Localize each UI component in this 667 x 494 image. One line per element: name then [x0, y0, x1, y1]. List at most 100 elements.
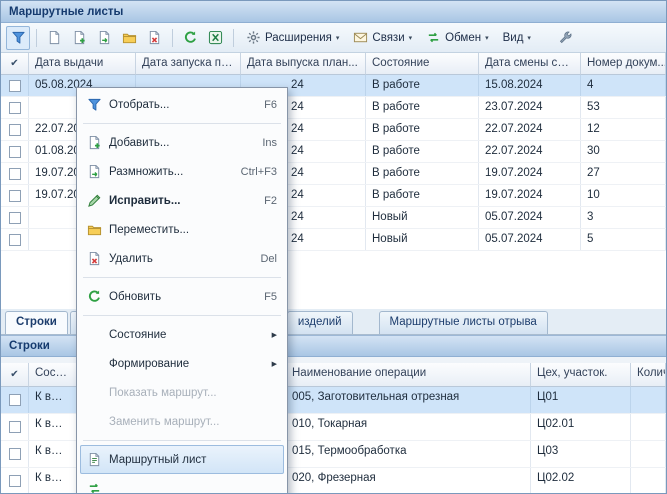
tab-stroki[interactable]: Строки	[5, 311, 68, 334]
dropdown-arrow-icon: ▾	[527, 34, 531, 42]
tab-izdeliy[interactable]: изделий	[287, 311, 353, 334]
dropdown-arrow-icon: ▾	[485, 34, 489, 42]
cell: Ц02.02	[531, 468, 631, 494]
app-window: Маршрутные листы Расширения▾Связи▾Обмен▾…	[0, 0, 667, 494]
row-checkbox[interactable]	[9, 102, 21, 114]
menu-state[interactable]: Состояние▶	[80, 320, 284, 349]
row-checkbox[interactable]	[9, 394, 21, 406]
checkbox-cell	[1, 229, 29, 250]
cell: К выполнению	[29, 441, 77, 467]
menu-partial-item[interactable]	[80, 474, 284, 494]
menu-item-label: Показать маршрут...	[109, 387, 217, 399]
submenu-arrow-icon: ▶	[272, 331, 277, 339]
menu-item-label: Отобрать...	[109, 99, 169, 111]
view-menu-button[interactable]: Вид▾	[496, 26, 538, 50]
checkbox-cell	[1, 387, 29, 413]
row-checkbox[interactable]	[9, 234, 21, 246]
row-checkbox[interactable]	[9, 124, 21, 136]
checkbox-cell	[1, 207, 29, 228]
row-checkbox[interactable]	[9, 80, 21, 92]
tab-otryva[interactable]: Маршрутные листы отрыва	[379, 311, 548, 334]
column-header[interactable]: Дата смены сос...	[479, 53, 581, 75]
menu-item-label: Удалить	[109, 253, 153, 265]
menu-filter[interactable]: Отобрать... F6	[80, 90, 284, 119]
move-button[interactable]	[117, 26, 141, 50]
menu-formation[interactable]: Формирование▶	[80, 349, 284, 378]
row-checkbox[interactable]	[9, 475, 21, 487]
funnel-icon	[84, 97, 104, 112]
submenu-arrow-icon: ▶	[272, 360, 277, 368]
menu-duplicate[interactable]: Размножить...Ctrl+F3	[80, 157, 284, 186]
row-checkbox[interactable]	[9, 421, 21, 433]
cell: 22.07.2024	[479, 141, 581, 162]
row-checkbox[interactable]	[9, 146, 21, 158]
extensions-menu-button-label: Расширения	[265, 32, 332, 44]
menu-shortcut: F6	[250, 99, 277, 111]
row-checkbox[interactable]	[9, 168, 21, 180]
duplicate-button[interactable]	[92, 26, 116, 50]
refresh-button[interactable]	[178, 26, 202, 50]
menu-route-sheet[interactable]: Маршрутный лист	[80, 445, 284, 474]
filter-button[interactable]	[6, 26, 30, 50]
column-header[interactable]: Дата выпуска план...	[241, 53, 366, 75]
menu-shortcut: F2	[250, 195, 277, 207]
menu-refresh[interactable]: ОбновитьF5	[80, 282, 284, 311]
menu-add[interactable]: Добавить...Ins	[80, 128, 284, 157]
folder-move-icon	[84, 222, 104, 237]
dropdown-arrow-icon: ▾	[409, 34, 413, 42]
extensions-menu-button[interactable]: Расширения▾	[239, 26, 346, 50]
column-header[interactable]: Номер докум...	[581, 53, 666, 75]
cell: 19.07.2024	[479, 185, 581, 206]
menu-delete[interactable]: УдалитьDel	[80, 244, 284, 273]
toolbar-separator	[233, 29, 234, 47]
cell: 22.07.2024	[479, 119, 581, 140]
menu-separator	[83, 277, 281, 278]
cell: 010, Токарная	[286, 414, 531, 440]
cell: В работе	[366, 185, 479, 206]
column-header[interactable]: Цех, участок.	[531, 363, 631, 387]
funnel-icon	[11, 30, 26, 45]
column-header[interactable]: Дата выдачи	[29, 53, 136, 75]
view-menu-button-label: Вид	[503, 32, 524, 44]
delete-button[interactable]	[142, 26, 166, 50]
page-delete-icon	[84, 251, 104, 266]
cell: В работе	[366, 119, 479, 140]
cell: 53	[581, 97, 666, 118]
cell: В работе	[366, 75, 479, 96]
column-header[interactable]: Наименование операции	[286, 363, 531, 387]
cell: 23.07.2024	[479, 97, 581, 118]
add-button[interactable]	[67, 26, 91, 50]
toolbar-separator	[36, 29, 37, 47]
page-new-icon	[47, 30, 62, 45]
column-header[interactable]: Количество	[631, 363, 666, 387]
export-excel-button[interactable]	[203, 26, 227, 50]
cell: Новый	[366, 207, 479, 228]
cell: 19.07.2024	[479, 163, 581, 184]
cell: Новый	[366, 229, 479, 250]
cell: К выполнению	[29, 468, 77, 494]
menu-shortcut: F5	[250, 291, 277, 303]
customize-button[interactable]	[554, 26, 578, 50]
row-checkbox[interactable]	[9, 448, 21, 460]
row-checkbox[interactable]	[9, 190, 21, 202]
new-button[interactable]	[42, 26, 66, 50]
links-menu-button[interactable]: Связи ▾	[346, 26, 419, 50]
cell	[631, 441, 666, 467]
column-header[interactable]: Дата запуска пл...	[136, 53, 241, 75]
column-header[interactable]: ✔	[1, 53, 29, 75]
toolbar: Расширения▾Связи▾Обмен▾Вид▾	[1, 23, 666, 53]
menu-edit[interactable]: Исправить...F2	[80, 186, 284, 215]
column-header[interactable]: Состояние	[366, 53, 479, 75]
row-checkbox[interactable]	[9, 212, 21, 224]
column-header[interactable]: ✔	[1, 363, 29, 387]
gear-icon	[246, 30, 261, 45]
cell	[631, 414, 666, 440]
links-menu-button-label: Связи	[372, 32, 404, 44]
cell: 4	[581, 75, 666, 96]
column-header[interactable]: Состояние	[29, 363, 77, 387]
menu-move[interactable]: Переместить...	[80, 215, 284, 244]
checkbox-cell	[1, 141, 29, 162]
exchange-menu-button[interactable]: Обмен▾	[419, 26, 495, 50]
table-header-row: ✔Дата выдачиДата запуска пл...Дата выпус…	[1, 53, 666, 75]
page-copy-icon	[97, 30, 112, 45]
